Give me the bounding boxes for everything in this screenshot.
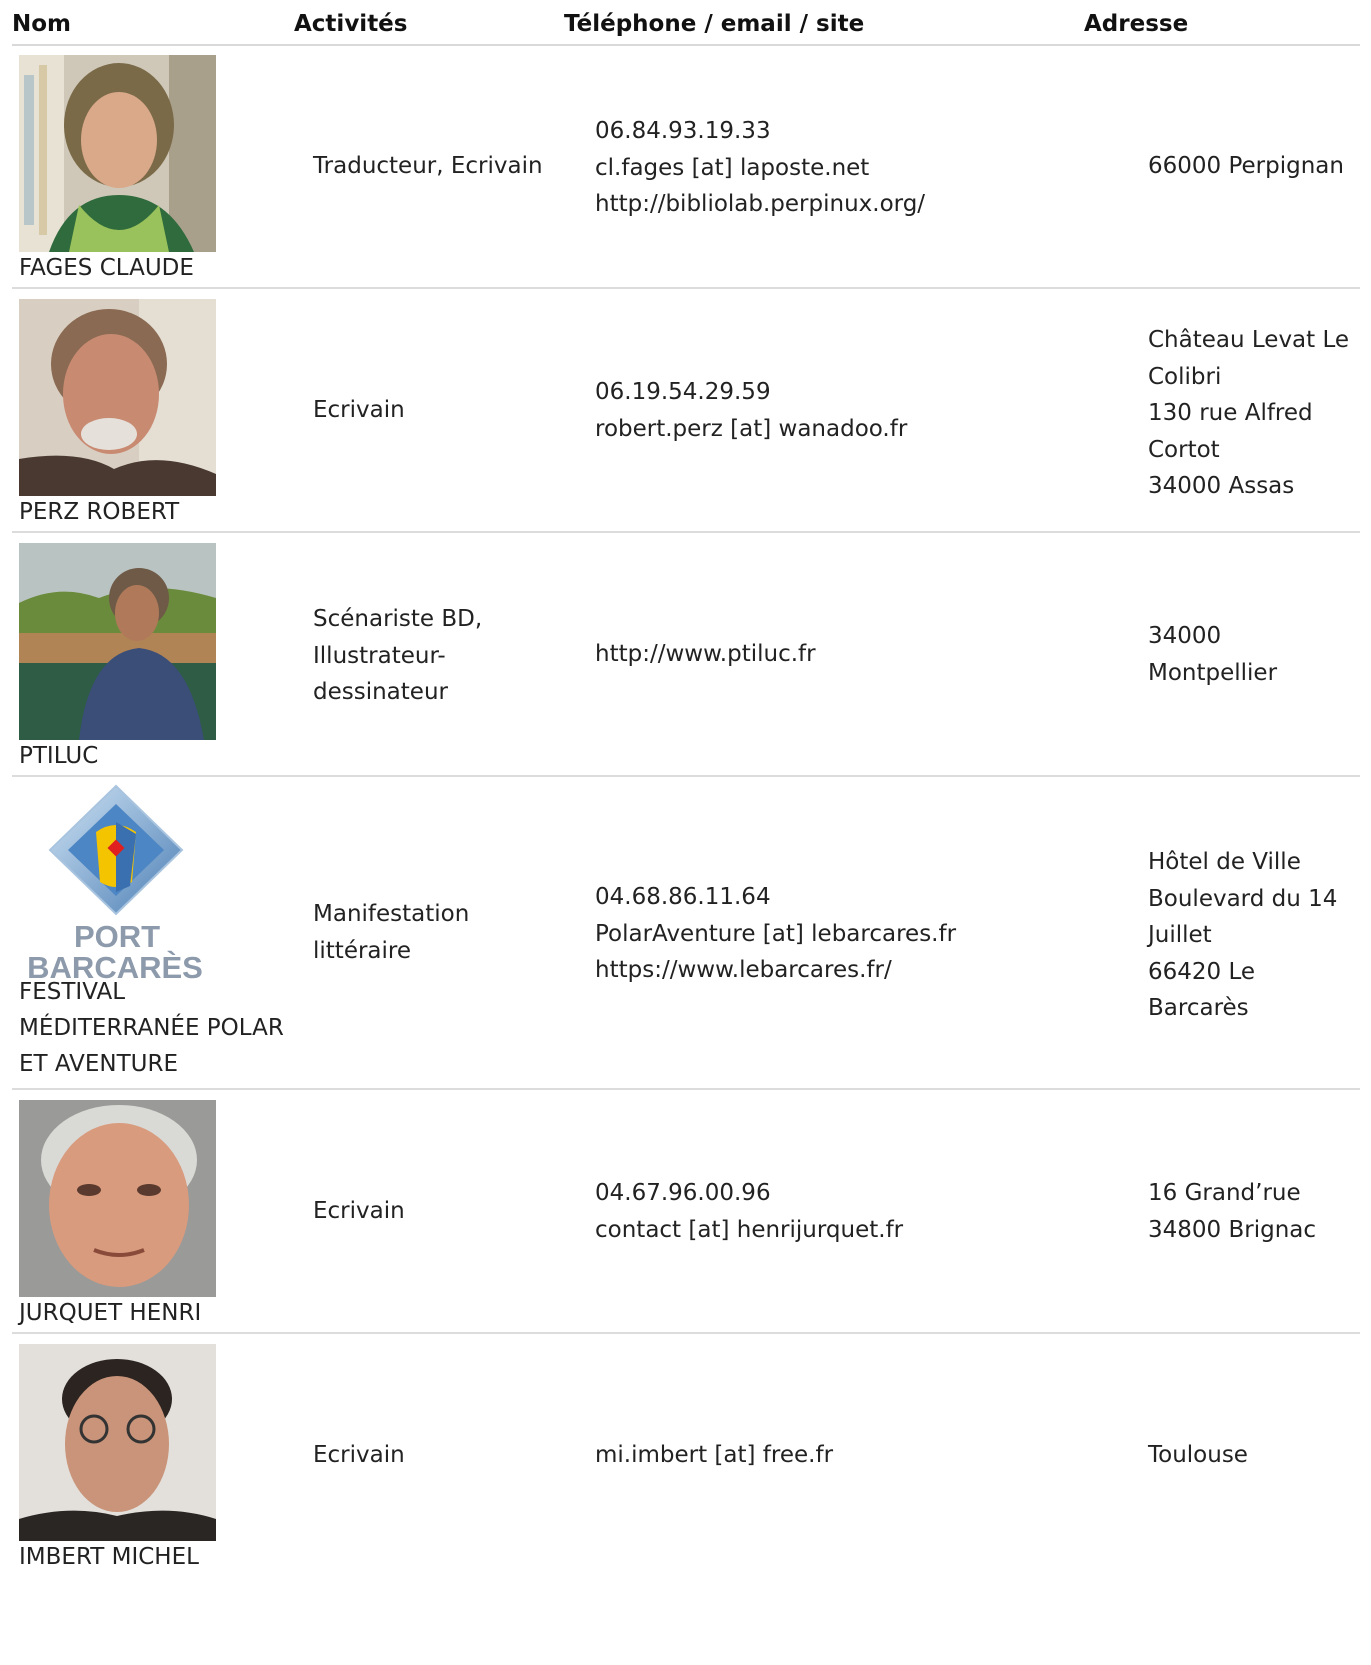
header-contact: Téléphone / email / site	[564, 11, 865, 37]
portrait-photo	[19, 543, 216, 740]
table-row: IMBERT MICHEL Ecrivain mi.imbert [at] fr…	[12, 1333, 1360, 1663]
row-name: FESTIVAL MÉDITERRANÉE POLAR ET AVENTURE	[19, 979, 284, 1077]
portrait-photo	[19, 299, 216, 496]
portrait-photo	[19, 55, 216, 252]
row-name: JURQUET HENRI	[19, 1300, 202, 1326]
row-address: Hôtel de Ville Boulevard du 14 Juillet 6…	[1148, 849, 1338, 1021]
table-row: PORT BARCARÈS FESTIVAL MÉDITERRANÉE POLA…	[12, 776, 1360, 1090]
portrait-photo	[19, 1100, 216, 1297]
logo-text-port: PORT	[74, 919, 160, 954]
row-contact: 06.19.54.29.59 robert.perz [at] wanadoo.…	[595, 374, 1135, 447]
row-contact: mi.imbert [at] free.fr	[595, 1437, 1135, 1474]
phone: 04.68.86.11.64	[595, 884, 771, 910]
row-activity: Ecrivain	[313, 1442, 405, 1468]
row-activity: Traducteur, Ecrivain	[313, 153, 543, 179]
email: cl.fages [at] laposte.net	[595, 154, 870, 181]
website-link[interactable]: https://www.lebarcares.fr/	[595, 952, 1135, 989]
row-address: 16 Grand’rue 34800 Brignac	[1148, 1180, 1317, 1243]
row-contact: 04.68.86.11.64 PolarAventure [at] lebarc…	[595, 879, 1135, 989]
row-name: IMBERT MICHEL	[19, 1544, 199, 1570]
table-row: JURQUET HENRI Ecrivain 04.67.96.00.96 co…	[12, 1089, 1360, 1334]
header-activites: Activités	[294, 11, 408, 37]
email: mi.imbert [at] free.fr	[595, 1442, 834, 1468]
row-address: Toulouse	[1148, 1442, 1248, 1468]
row-address: Château Levat Le Colibri 130 rue Alfred …	[1148, 327, 1350, 499]
website-link[interactable]: http://bibliolab.perpinux.org/	[595, 186, 1135, 223]
row-name: PTILUC	[19, 743, 99, 769]
website-link[interactable]: http://www.ptiluc.fr	[595, 636, 1135, 673]
table-row: FAGES CLAUDE Traducteur, Ecrivain 06.84.…	[12, 44, 1360, 289]
port-barcares-logo: PORT BARCARÈS	[12, 782, 222, 979]
table-row: PERZ ROBERT Ecrivain 06.19.54.29.59 robe…	[12, 288, 1360, 533]
phone: 06.19.54.29.59	[595, 379, 771, 405]
row-contact: 06.84.93.19.33 cl.fages [at] laposte.net…	[595, 113, 1135, 223]
row-address: 66000 Perpignan	[1148, 153, 1344, 179]
email: contact [at] henrijurquet.fr	[595, 1216, 904, 1243]
row-name: PERZ ROBERT	[19, 499, 180, 525]
phone: 04.67.96.00.96	[595, 1180, 771, 1206]
table-header: Nom Activités Téléphone / email / site A…	[12, 0, 1360, 46]
email: robert.perz [at] wanadoo.fr	[595, 415, 908, 442]
header-adresse: Adresse	[1084, 11, 1189, 37]
row-activity: Manifestation littéraire	[313, 901, 470, 964]
row-contact: 04.67.96.00.96 contact [at] henrijurquet…	[595, 1175, 1135, 1248]
row-address: 34000 Montpellier	[1148, 623, 1278, 686]
portrait-photo	[19, 1344, 216, 1541]
header-nom: Nom	[12, 11, 72, 37]
row-activity: Scénariste BD, Illustrateur- dessinateur	[313, 606, 483, 705]
table-row: PTILUC Scénariste BD, Illustrateur- dess…	[12, 532, 1360, 777]
email: PolarAventure [at] lebarcares.fr	[595, 920, 957, 947]
row-activity: Ecrivain	[313, 1198, 405, 1224]
row-contact: http://www.ptiluc.fr	[595, 636, 1135, 673]
phone: 06.84.93.19.33	[595, 118, 771, 144]
row-activity: Ecrivain	[313, 397, 405, 423]
row-name: FAGES CLAUDE	[19, 255, 194, 281]
